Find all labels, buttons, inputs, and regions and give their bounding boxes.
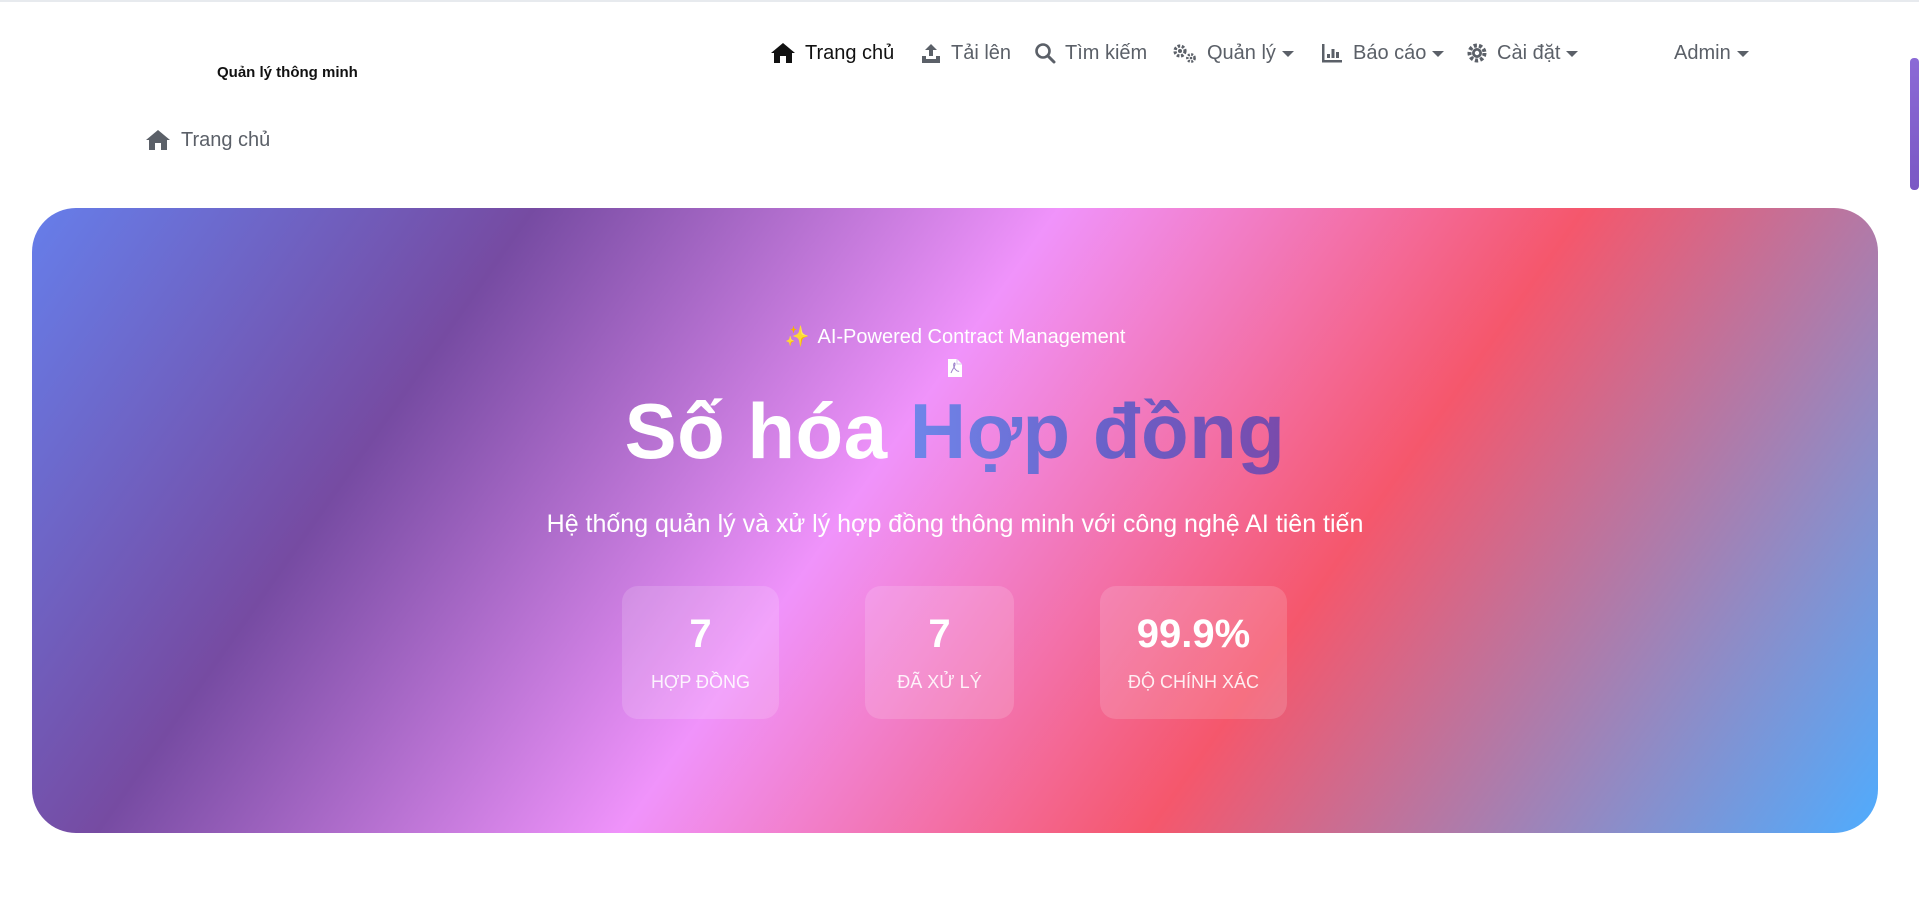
nav-item-reports[interactable]: Báo cáo (1320, 38, 1445, 68)
stat-label: ĐỘ CHÍNH XÁC (1127, 672, 1259, 692)
search-icon (1035, 43, 1056, 64)
nav-item-label: Tải lên (951, 41, 1012, 64)
chart-icon (1322, 44, 1342, 63)
nav-item-settings[interactable]: Cài đặt (1466, 38, 1579, 68)
hero-title: Số hóa Hợp đồng (32, 386, 1878, 477)
nav-item-home[interactable]: Trang chủ (770, 38, 894, 68)
gear-icon (1467, 43, 1487, 63)
home-icon (771, 43, 795, 63)
nav-item-manage[interactable]: Quản lý (1172, 38, 1294, 68)
nav-item-label: Tìm kiếm (1065, 41, 1148, 64)
stat-card-contracts: 7 HỢP ĐỒNG (622, 586, 779, 719)
stat-label: HỢP ĐỒNG (650, 672, 751, 692)
home-icon (146, 130, 170, 150)
sparkles-icon: ✨ (784, 326, 810, 348)
gears-icon (1173, 44, 1196, 63)
hero-title-accent: Hợp đồng (909, 387, 1286, 475)
stat-value: 99.9% (1136, 612, 1251, 656)
brand-name[interactable]: Quản lý thông minh (217, 64, 358, 81)
nav-item-label: Quản lý (1207, 41, 1276, 64)
stat-value: 7 (928, 612, 951, 656)
top-border (0, 0, 1919, 2)
hero-subtitle: Hệ thống quản lý và xử lý hợp đồng thông… (546, 510, 1364, 538)
chevron-down-icon (1736, 51, 1749, 57)
chevron-down-icon (1566, 51, 1579, 57)
hero-tagline: ✨ AI-Powered Contract Management (32, 324, 1878, 349)
user-menu-label: Admin (1674, 41, 1731, 64)
nav-item-search[interactable]: Tìm kiếm (1034, 38, 1147, 68)
stat-label: ĐÃ XỬ LÝ (897, 672, 982, 692)
user-menu[interactable]: Admin (1674, 38, 1749, 68)
stat-card-accuracy: 99.9% ĐỘ CHÍNH XÁC (1100, 586, 1287, 719)
upload-icon (922, 44, 940, 63)
scrollbar-thumb[interactable] (1910, 58, 1919, 190)
breadcrumb-item-home[interactable]: Trang chủ (181, 129, 270, 152)
chevron-down-icon (1281, 51, 1294, 57)
nav-item-label: Báo cáo (1353, 41, 1427, 64)
nav-item-upload[interactable]: Tải lên (920, 38, 1011, 68)
breadcrumb: Trang chủ (145, 126, 270, 154)
pdf-file-icon (948, 359, 962, 377)
nav-item-label: Trang chủ (805, 41, 895, 64)
nav-item-label: Cài đặt (1497, 41, 1561, 64)
chevron-down-icon (1432, 51, 1445, 57)
hero-tagline-text: AI-Powered Contract Management (817, 326, 1126, 348)
hero-banner: ✨ AI-Powered Contract Management Số hóa H… (32, 208, 1878, 833)
hero-title-main: Số hóa (624, 387, 888, 475)
stat-value: 7 (689, 612, 712, 656)
stat-card-processed: 7 ĐÃ XỬ LÝ (865, 586, 1014, 719)
